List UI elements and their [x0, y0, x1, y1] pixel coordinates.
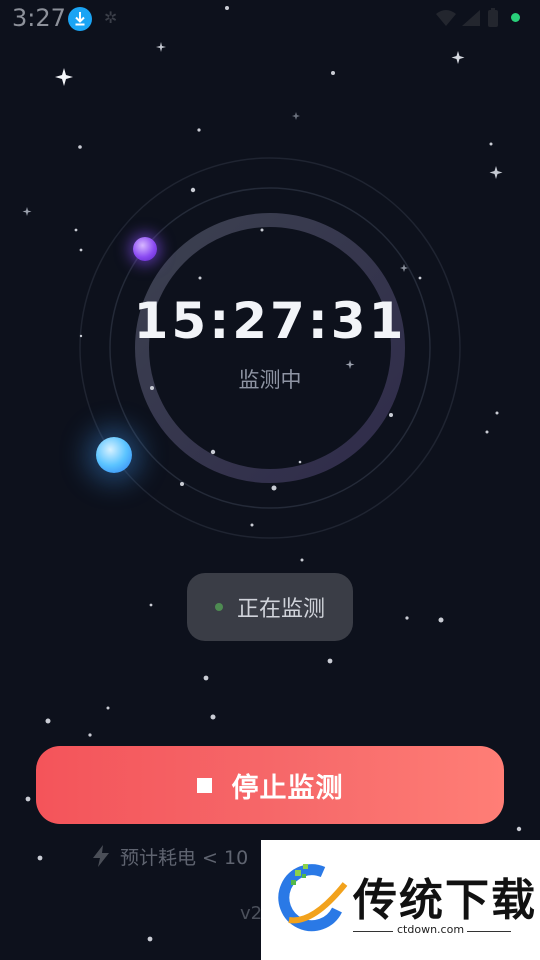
- monitoring-state-pill: 正在监测: [187, 573, 353, 641]
- state-indicator-dot: [214, 603, 223, 611]
- purple-orb: [133, 237, 157, 261]
- power-note-text: 预计耗电 < 10: [120, 847, 249, 869]
- watermark-url: ctdown.com: [397, 923, 465, 936]
- monitoring-status-text: 监测中: [238, 368, 302, 392]
- watermark-divider: [467, 931, 511, 932]
- sparkle-star: [292, 112, 300, 120]
- stop-button-label: 停止监测: [231, 772, 344, 804]
- state-pill-label: 正在监测: [236, 597, 325, 622]
- watermark-divider: [353, 931, 393, 932]
- sparkle-star: [156, 42, 166, 52]
- sparkle-star: [22, 207, 32, 216]
- stop-icon: [196, 777, 212, 793]
- watermark-title: 传统下载: [353, 875, 537, 926]
- version-text: v2: [240, 903, 263, 924]
- stop-monitoring-button[interactable]: 停止监测: [36, 746, 504, 824]
- elapsed-timer: 15:27:31: [133, 292, 407, 350]
- sparkle-star: [451, 51, 465, 64]
- power-consumption-note: 预计耗电 < 10: [90, 843, 248, 870]
- watermark-overlay: 传统下载 ctdown.com: [261, 840, 540, 960]
- blue-orb: [96, 437, 132, 473]
- watermark-logo-icon: [278, 864, 348, 932]
- lightning-icon: [93, 845, 109, 867]
- sparkle-star: [489, 166, 503, 179]
- sparkle-star: [55, 68, 73, 86]
